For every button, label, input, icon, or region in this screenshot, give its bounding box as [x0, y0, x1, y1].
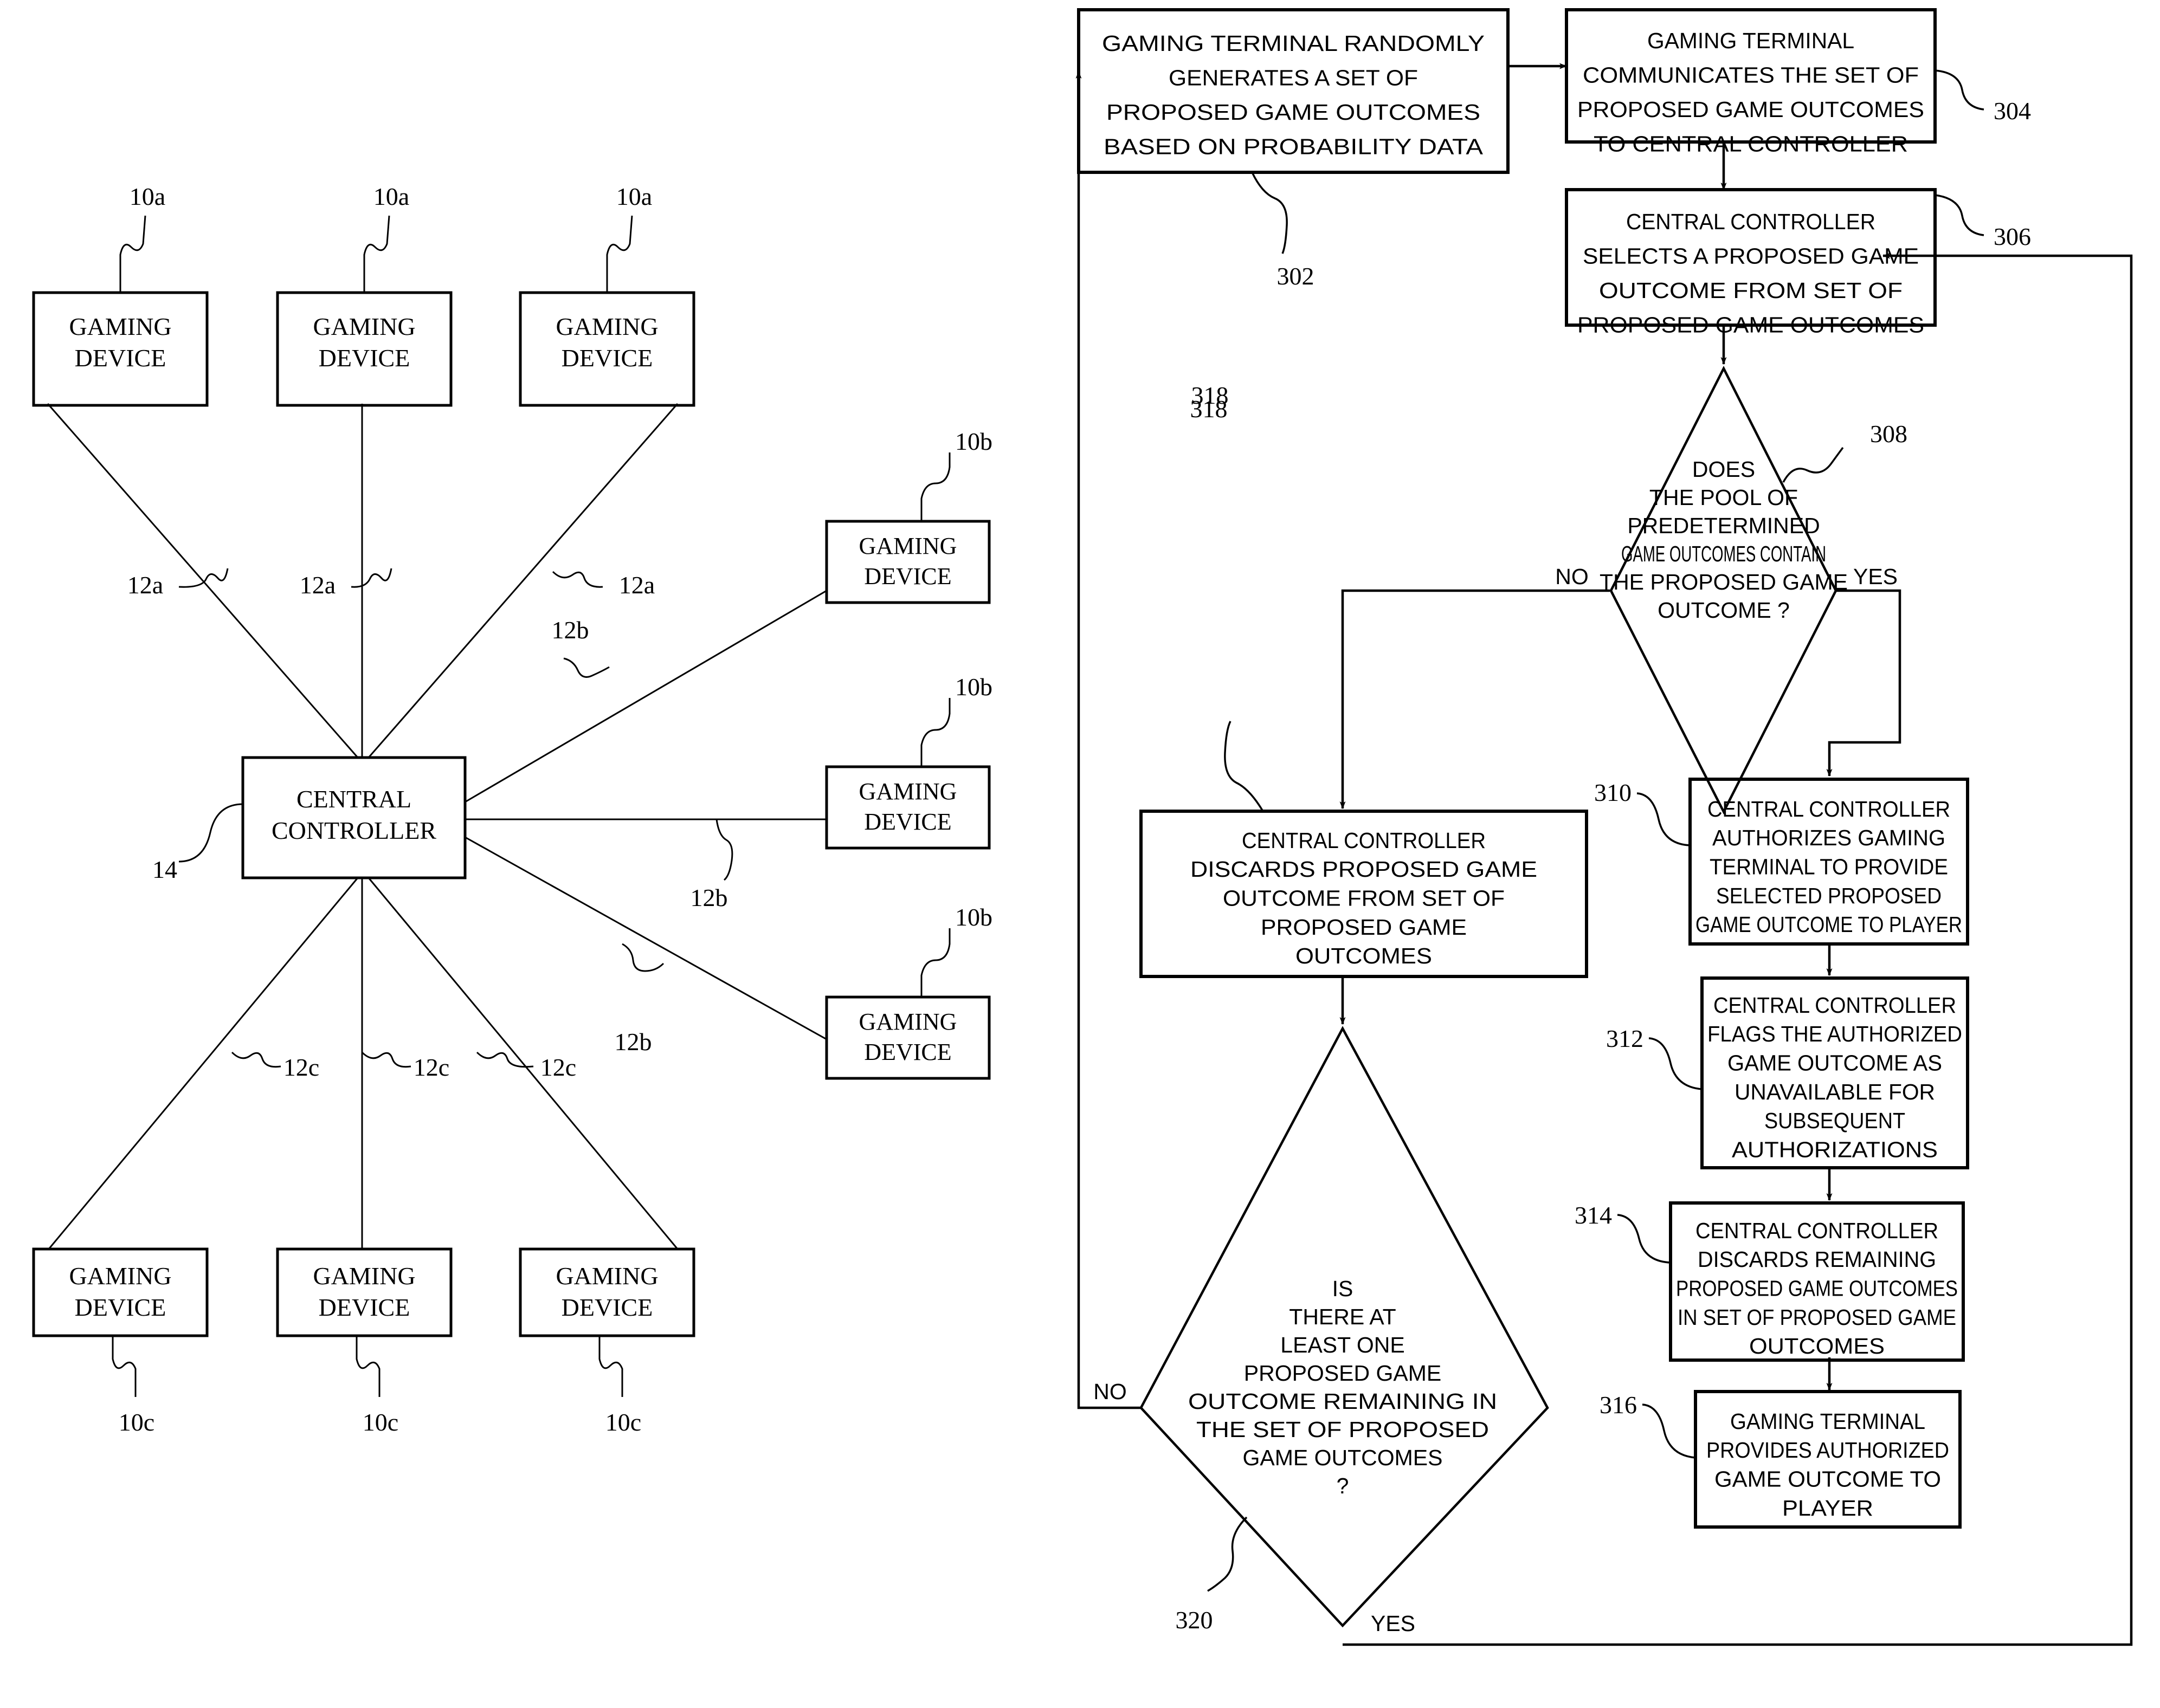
ref-label-318-visible: 318 [1191, 381, 1229, 409]
patent-drawing-sheet: GAMING DEVICE GAMING DEVICE GAMING DEVIC… [0, 0, 2160, 1708]
overlay-labels: 318 [1191, 381, 1229, 409]
